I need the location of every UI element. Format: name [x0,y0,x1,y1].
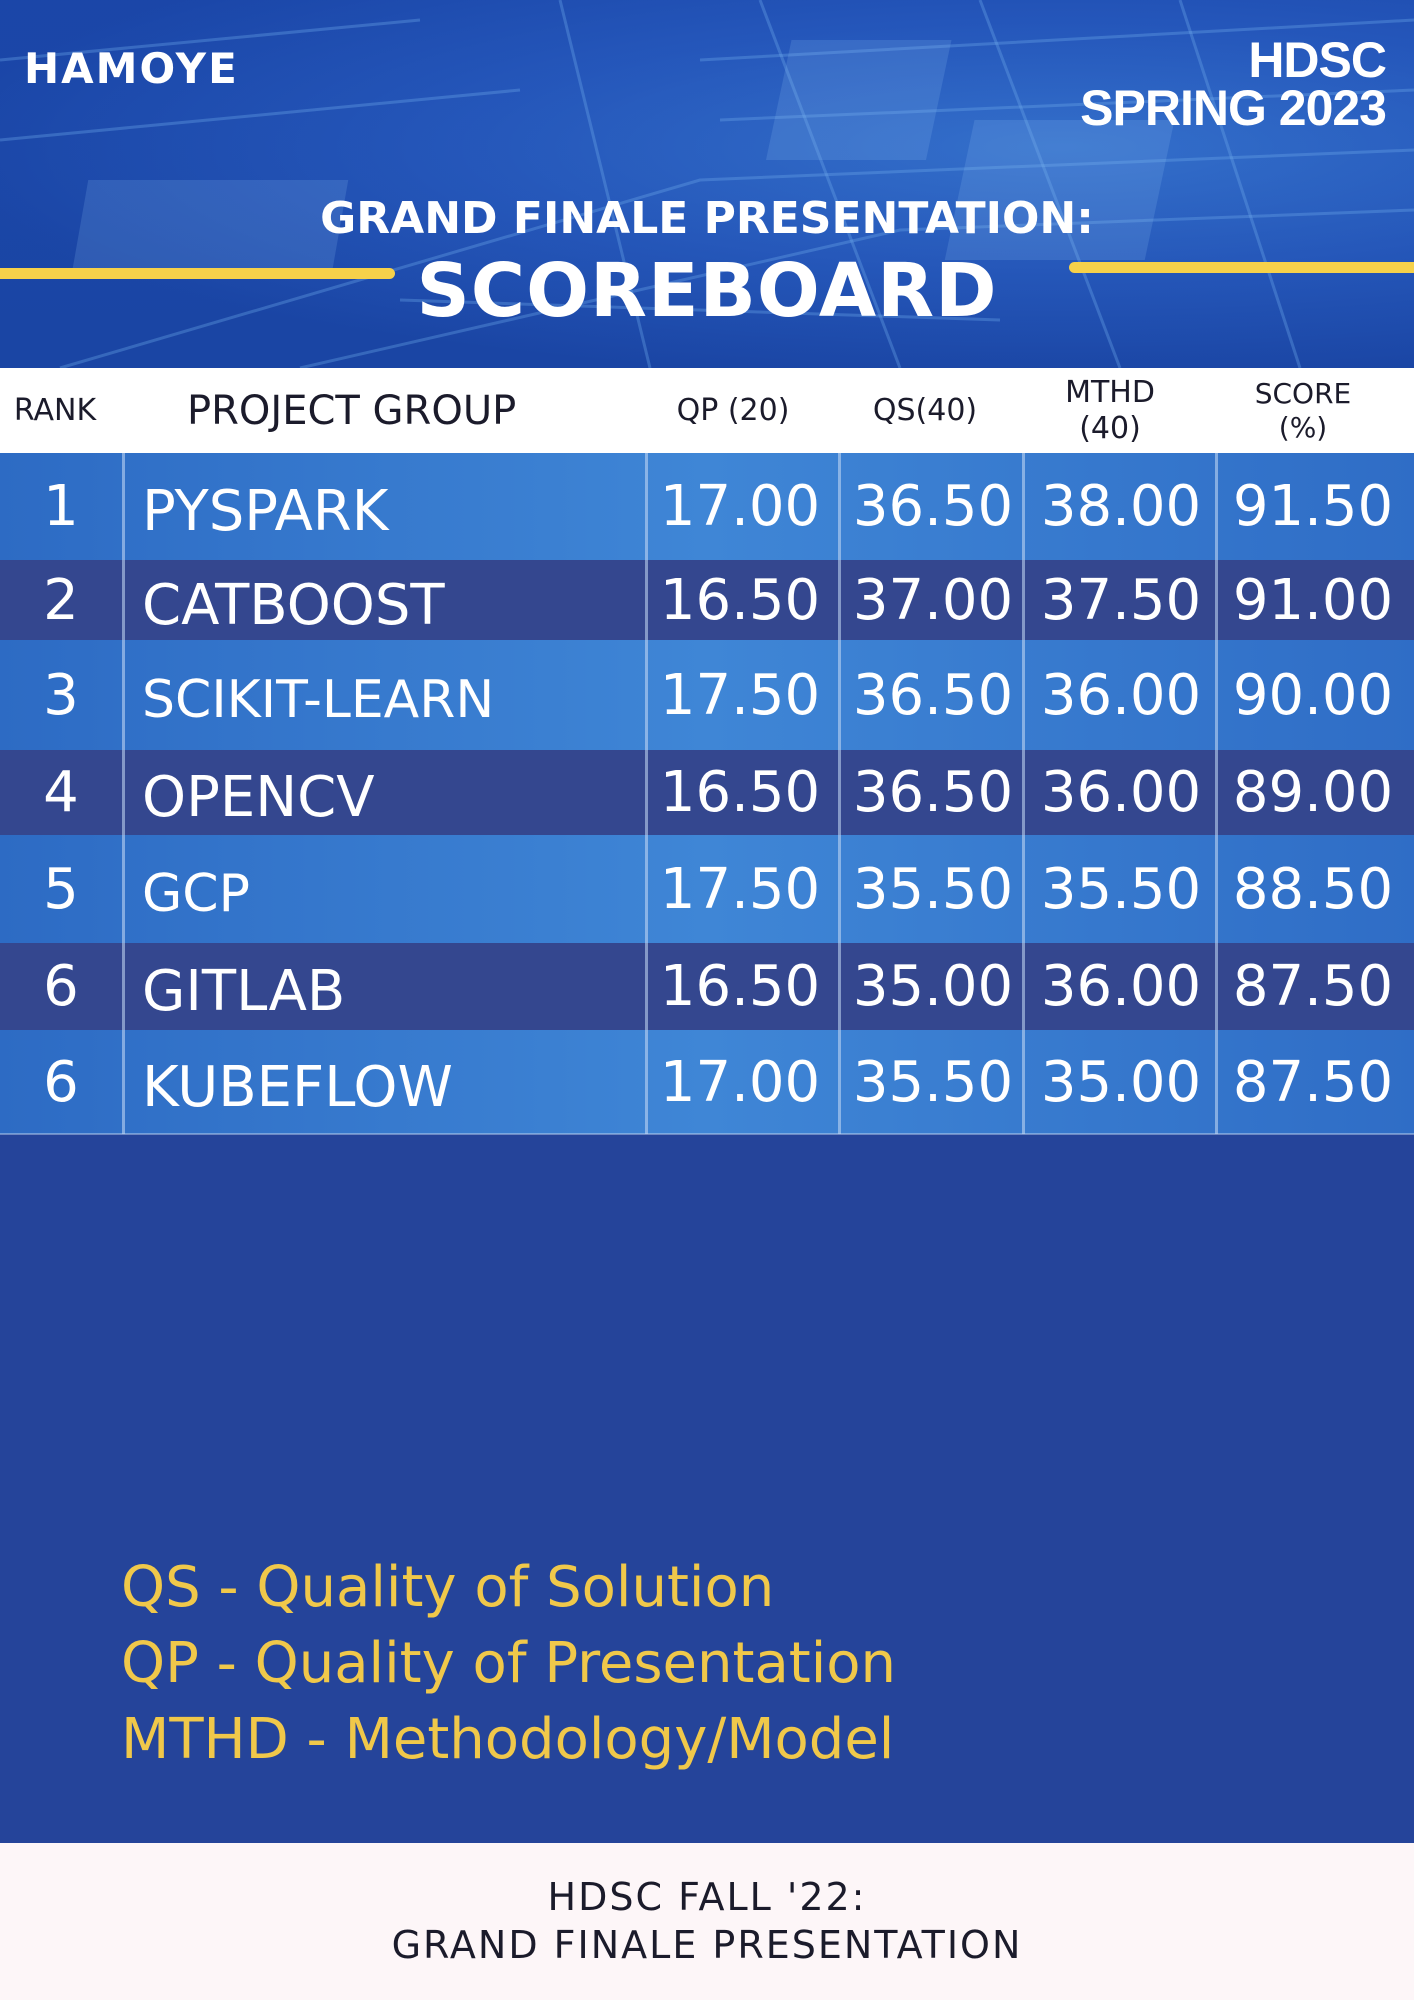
cell-score: 90.00 [1232,662,1394,728]
cell-qs: 36.50 [852,760,1014,825]
cell-rank: 2 [43,567,79,633]
cell-rank: 5 [43,856,79,922]
cell-rank: 6 [43,954,79,1019]
cell-qp: 17.00 [659,474,821,539]
cell-mthd: 35.50 [1040,856,1202,922]
page-subtitle: GRAND FINALE PRESENTATION: [320,193,1094,244]
cell-group: PYSPARK [142,479,389,544]
legend-item-qs: QS - Quality of Solution [121,1555,775,1620]
column-divider [838,453,841,1134]
cell-mthd: 37.50 [1040,567,1202,633]
table-row: 2 CATBOOST 16.50 37.00 37.50 91.00 [0,560,1414,640]
cell-group: SCIKIT-LEARN [142,670,495,730]
cell-rank: 4 [43,760,79,825]
cell-rank: 6 [43,1049,79,1115]
table-row: 1 PYSPARK 17.00 36.50 38.00 91.50 [0,453,1414,560]
edition-line-2: SPRING 2023 [1080,80,1387,136]
header-mthd: MTHD (40) [1065,374,1155,446]
hamoye-logo: HAMOYE [24,44,239,93]
abbreviation-legend: QS - Quality of Solution QP - Quality of… [121,1550,896,1778]
footer-line-2: GRAND FINALE PRESENTATION [391,1923,1023,1967]
table-bottom-border [0,1133,1414,1135]
table-row: 4 OPENCV 16.50 36.50 36.00 89.00 [0,750,1414,835]
column-divider [645,453,648,1134]
cell-mthd: 38.00 [1040,474,1202,539]
cell-qs: 37.00 [852,567,1014,633]
table-row: 5 GCP 17.50 35.50 35.50 88.50 [0,835,1414,943]
column-divider [122,453,125,1134]
column-divider [1022,453,1025,1134]
cell-rank: 1 [43,474,79,539]
header-qp: QP (20) [676,393,790,428]
cell-qp: 17.50 [659,856,821,922]
cell-group: OPENCV [142,765,375,830]
edition-line-1: HDSC [1248,32,1387,88]
cell-group: GCP [142,864,250,924]
cell-qp: 16.50 [659,567,821,633]
cell-qp: 16.50 [659,954,821,1019]
header-banner: HAMOYE HDSC SPRING 2023 GRAND FINALE PRE… [0,0,1414,368]
cell-score: 89.00 [1232,760,1394,825]
cell-mthd: 36.00 [1040,760,1202,825]
table-row: 3 SCIKIT-LEARN 17.50 36.50 36.00 90.00 [0,640,1414,750]
cell-score: 87.50 [1232,1049,1394,1115]
cell-qs: 36.50 [852,474,1014,539]
header-project-group: PROJECT GROUP [187,387,517,434]
table-row: 6 GITLAB 16.50 35.00 36.00 87.50 [0,943,1414,1030]
cell-qp: 16.50 [659,760,821,825]
header-qs: QS(40) [872,393,978,428]
legend-item-mthd: MTHD - Methodology/Model [121,1707,895,1772]
cell-qs: 36.50 [852,662,1014,728]
cell-score: 87.50 [1232,954,1394,1019]
legend-item-qp: QP - Quality of Presentation [121,1631,897,1696]
cell-score: 88.50 [1232,856,1394,922]
cell-group: KUBEFLOW [142,1054,453,1120]
header-score: SCORE (%) [1254,376,1352,444]
cell-group: CATBOOST [142,572,445,638]
footer: HDSC FALL '22: GRAND FINALE PRESENTATION [0,1843,1414,2000]
cell-mthd: 36.00 [1040,954,1202,1019]
cell-rank: 3 [43,662,79,728]
page-title: SCOREBOARD [416,248,998,334]
cell-mthd: 36.00 [1040,662,1202,728]
cell-mthd: 35.00 [1040,1049,1202,1115]
table-header: RANK PROJECT GROUP QP (20) QS(40) MTHD (… [0,368,1414,453]
column-divider [1215,453,1218,1134]
cell-qs: 35.00 [852,954,1014,1019]
cell-score: 91.50 [1232,474,1394,539]
cell-score: 91.00 [1232,567,1394,633]
cell-qs: 35.50 [852,856,1014,922]
cell-qp: 17.50 [659,662,821,728]
table-row: 6 KUBEFLOW 17.00 35.50 35.00 87.50 [0,1030,1414,1134]
edition-label: HDSC SPRING 2023 [1080,32,1387,136]
header-rank: RANK [13,393,97,428]
cell-group: GITLAB [142,959,346,1024]
footer-line-1: HDSC FALL '22: [547,1875,867,1919]
cell-qp: 17.00 [659,1049,821,1115]
cell-qs: 35.50 [852,1049,1014,1115]
